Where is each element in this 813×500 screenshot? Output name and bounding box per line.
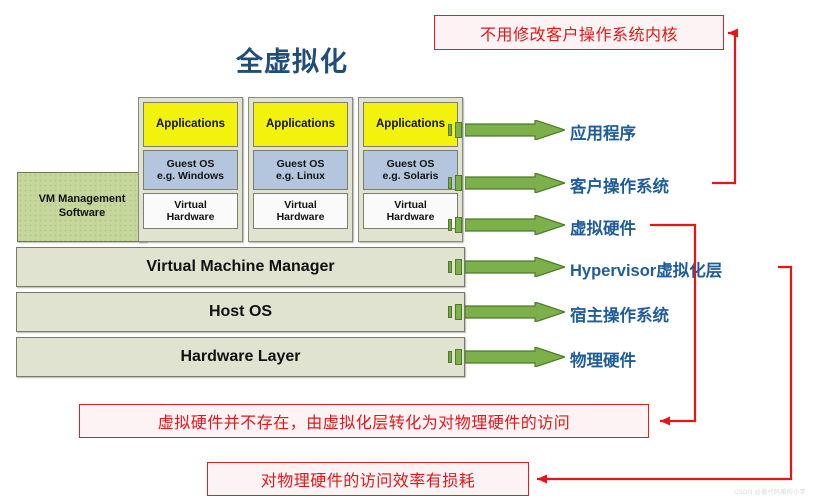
arrow-nub-small-icon	[448, 351, 452, 363]
green-arrow-icon	[465, 173, 565, 193]
layer-virtual-machine-manager-label: Virtual Machine Manager	[146, 258, 335, 275]
vm1-virtual-hardware-text: Virtual Hardware	[167, 199, 215, 223]
green-arrow-icon	[465, 215, 565, 235]
vm2-virtual-hardware-line2: Hardware	[276, 211, 325, 223]
arrow-nub-large-icon	[455, 217, 462, 233]
right-label-virtual-hardware: 虚拟硬件	[570, 220, 636, 238]
vm3-guest-os-line1: Guest OS	[386, 157, 435, 170]
vm1-virtual-hardware-line1: Virtual	[174, 198, 207, 211]
layer-hardware-layer-label: Hardware Layer	[180, 348, 301, 365]
vm3-virtual-hardware-text: Virtual Hardware	[387, 199, 435, 223]
vm3-applications-cell: Applications	[363, 102, 458, 147]
annotation-box-virtual-hardware-translation: 虚拟硬件并不存在，由虚拟化层转化为对物理硬件的访问	[79, 404, 649, 438]
vm1-guest-os-line1: Guest OS	[166, 157, 215, 170]
vm2-applications-cell: Applications	[253, 102, 348, 147]
vm-management-line2: Software	[58, 207, 106, 219]
arrow-nub-large-icon	[455, 259, 462, 275]
arrow-nub-small-icon	[448, 261, 452, 273]
vm3-virtual-hardware-cell: Virtual Hardware	[363, 193, 458, 229]
vm-management-software-box: VM Management Software	[17, 172, 147, 242]
arrow-nub-large-icon	[455, 349, 462, 365]
vm-column-1: Applications Guest OS e.g. Windows Virtu…	[138, 97, 243, 242]
vm2-virtual-hardware-line1: Virtual	[284, 198, 317, 211]
arrow-nub-large-icon	[455, 304, 462, 320]
vm2-applications-label: Applications	[265, 117, 335, 130]
vm3-guest-os-cell: Guest OS e.g. Solaris	[363, 150, 458, 190]
diagram-canvas: 全虚拟化 VM Management Software Applications…	[0, 0, 813, 500]
right-label-applications: 应用程序	[570, 125, 636, 143]
arrow-nub-small-icon	[448, 306, 452, 318]
layer-host-os: Host OS	[16, 292, 465, 332]
vm-management-line1: VM Management	[38, 193, 126, 206]
vm2-guest-os-line1: Guest OS	[276, 157, 325, 170]
vm-management-software-text: VM Management Software	[39, 193, 126, 221]
vm3-guest-os-text: Guest OS e.g. Solaris	[382, 158, 438, 182]
arrow-nub-large-icon	[455, 175, 462, 191]
green-arrow-icon	[465, 302, 565, 322]
vm1-virtual-hardware-line2: Hardware	[166, 211, 215, 223]
layer-hardware-layer: Hardware Layer	[16, 337, 465, 377]
vm3-virtual-hardware-line1: Virtual	[394, 198, 427, 211]
vm2-guest-os-cell: Guest OS e.g. Linux	[253, 150, 348, 190]
vm1-applications-cell: Applications	[143, 102, 238, 147]
arrow-nub-large-icon	[455, 122, 462, 138]
vm2-virtual-hardware-text: Virtual Hardware	[277, 199, 325, 223]
annotation-box-performance-loss: 对物理硬件的访问效率有损耗	[207, 462, 529, 496]
vm3-applications-label: Applications	[375, 117, 445, 130]
right-label-guest-os: 客户操作系统	[570, 178, 669, 196]
arrow-nub-small-icon	[448, 177, 452, 189]
vm1-applications-label: Applications	[155, 117, 225, 130]
vm1-guest-os-line2: e.g. Windows	[157, 170, 224, 182]
vm2-guest-os-line2: e.g. Linux	[275, 170, 325, 182]
annotation-box-no-kernel-modification: 不用修改客户操作系统内核	[434, 15, 724, 50]
vm2-guest-os-text: Guest OS e.g. Linux	[276, 158, 325, 182]
layer-virtual-machine-manager: Virtual Machine Manager	[16, 247, 465, 287]
right-label-physical-hardware: 物理硬件	[570, 352, 636, 370]
vm1-guest-os-text: Guest OS e.g. Windows	[157, 158, 224, 182]
vm3-virtual-hardware-line2: Hardware	[386, 211, 435, 223]
page-title: 全虚拟化	[236, 47, 348, 77]
green-arrow-icon	[465, 120, 565, 140]
right-label-hypervisor: Hypervisor虚拟化层	[570, 262, 723, 280]
right-label-host-os: 宿主操作系统	[570, 307, 669, 325]
vm3-guest-os-line2: e.g. Solaris	[382, 170, 439, 182]
watermark: CSDN @搬代码搬的小学	[734, 490, 806, 496]
arrow-nub-small-icon	[448, 219, 452, 231]
layer-host-os-label: Host OS	[208, 303, 273, 320]
vm1-virtual-hardware-cell: Virtual Hardware	[143, 193, 238, 229]
vm1-guest-os-cell: Guest OS e.g. Windows	[143, 150, 238, 190]
green-arrow-icon	[465, 257, 565, 277]
vm-column-2: Applications Guest OS e.g. Linux Virtual…	[248, 97, 353, 242]
arrow-nub-small-icon	[448, 124, 452, 136]
green-arrow-icon	[465, 347, 565, 367]
vm2-virtual-hardware-cell: Virtual Hardware	[253, 193, 348, 229]
